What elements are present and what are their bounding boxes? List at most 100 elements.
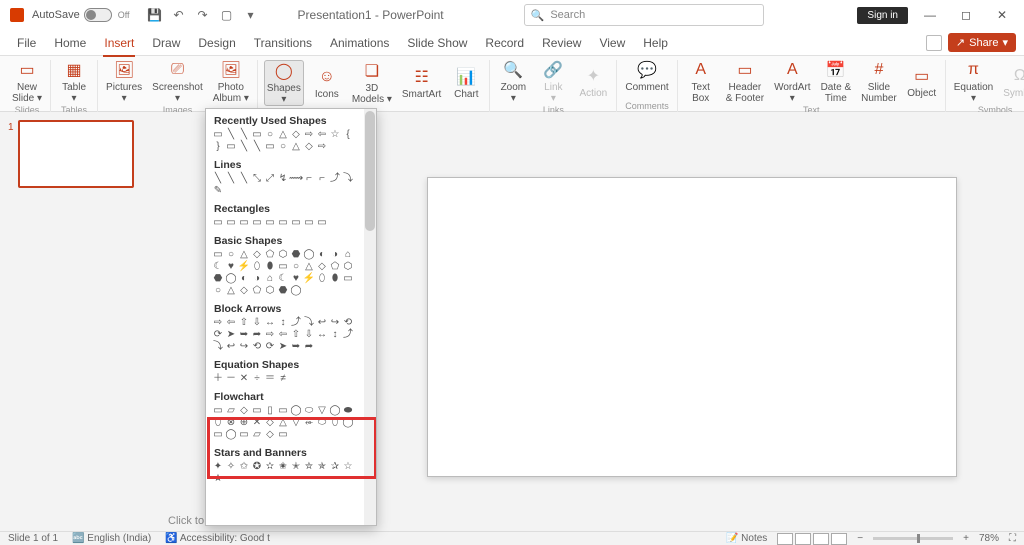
shape-item[interactable]: ♥	[225, 261, 237, 272]
shape-item[interactable]: ⬯	[316, 273, 328, 284]
shape-item[interactable]: ➥	[238, 329, 250, 340]
shape-item[interactable]: ◯	[290, 285, 302, 296]
shape-item[interactable]: ➦	[251, 329, 263, 340]
shape-item[interactable]: －	[225, 373, 237, 384]
shape-item[interactable]: ⇨	[303, 129, 315, 140]
shape-item[interactable]: △	[238, 249, 250, 260]
shape-item[interactable]: ⇧	[238, 317, 250, 328]
shape-item[interactable]: ◇	[264, 429, 276, 440]
shape-item[interactable]: ▭	[212, 249, 224, 260]
shape-item[interactable]: △	[225, 285, 237, 296]
shape-item[interactable]: ☆	[329, 129, 341, 140]
shape-item[interactable]: ⬯	[212, 417, 224, 428]
shape-item[interactable]: ⤵	[342, 173, 354, 184]
shape-item[interactable]: ➤	[277, 341, 289, 352]
object-button[interactable]: ▭Object	[905, 60, 939, 104]
shape-item[interactable]: ⬭	[303, 405, 315, 416]
shape-item[interactable]: ➦	[303, 341, 315, 352]
shape-item[interactable]: ▭	[238, 429, 250, 440]
shape-item[interactable]: ☾	[277, 273, 289, 284]
slideshow-view-button[interactable]	[831, 533, 847, 545]
tab-file[interactable]: File	[8, 30, 45, 56]
shape-item[interactable]: ◇	[238, 405, 250, 416]
shape-item[interactable]: ⤢	[264, 173, 276, 184]
shape-item[interactable]: ▭	[277, 429, 289, 440]
shape-item[interactable]: ◯	[303, 249, 315, 260]
shape-item[interactable]: ▱	[225, 405, 237, 416]
normal-view-button[interactable]	[777, 533, 793, 545]
shape-item[interactable]: ⬮	[329, 273, 341, 284]
zoom-level[interactable]: 78%	[979, 533, 999, 544]
shape-item[interactable]: △	[303, 261, 315, 272]
shape-item[interactable]: ⬣	[212, 273, 224, 284]
shape-item[interactable]: ○	[277, 141, 289, 152]
shape-item[interactable]: ✪	[251, 461, 263, 472]
shape-item[interactable]: ⬠	[251, 285, 263, 296]
language-indicator[interactable]: 🔤 English (India)	[72, 533, 151, 544]
comment-button[interactable]: 💬Comment	[623, 60, 670, 93]
shape-item[interactable]: ↪	[329, 317, 341, 328]
shape-item[interactable]: ○	[225, 249, 237, 260]
shape-item[interactable]: ○	[290, 261, 302, 272]
search-input[interactable]: 🔍 Search	[524, 4, 764, 26]
pictures-button[interactable]: 🖼Pictures▾	[104, 60, 144, 104]
zoom-in-button[interactable]: +	[963, 533, 969, 544]
shape-item[interactable]: ╲	[238, 141, 250, 152]
shape-item[interactable]: ◐	[238, 273, 250, 284]
wordart-button[interactable]: AWordArt▾	[772, 60, 813, 104]
shape-item[interactable]: ⟲	[251, 341, 263, 352]
shape-item[interactable]: ╲	[238, 129, 250, 140]
shape-item[interactable]: ⌐	[303, 173, 315, 184]
shape-item[interactable]: ✬	[277, 461, 289, 472]
shape-item[interactable]: ⤴	[329, 173, 341, 184]
shape-item[interactable]: ▭	[212, 429, 224, 440]
shape-item[interactable]: ○	[212, 285, 224, 296]
shape-item[interactable]: ▽	[316, 405, 328, 416]
tab-help[interactable]: Help	[634, 30, 677, 56]
tab-insert[interactable]: Insert	[95, 30, 143, 56]
shape-item[interactable]: ⇦	[225, 317, 237, 328]
shape-item[interactable]: ◐	[316, 249, 328, 260]
shape-item[interactable]: ⤵	[212, 341, 224, 352]
shape-item[interactable]: ✯	[316, 461, 328, 472]
shape-item[interactable]: ⬡	[342, 261, 354, 272]
shape-item[interactable]: ↩	[225, 341, 237, 352]
reading-view-button[interactable]	[813, 533, 829, 545]
shape-item[interactable]: ▭	[251, 129, 263, 140]
shapes-button[interactable]: ◯Shapes▾	[264, 60, 304, 106]
shape-item[interactable]: ▭	[290, 217, 302, 228]
shape-item[interactable]: ▭	[342, 273, 354, 284]
tab-design[interactable]: Design	[189, 30, 244, 56]
shape-item[interactable]: △	[277, 417, 289, 428]
tab-slideshow[interactable]: Slide Show	[398, 30, 476, 56]
sorter-view-button[interactable]	[795, 533, 811, 545]
shape-item[interactable]: ◯	[290, 405, 302, 416]
zoom-button[interactable]: 🔍Zoom▾	[496, 60, 530, 104]
autosave-toggle[interactable]: AutoSave Off	[32, 8, 130, 22]
shape-item[interactable]: ♥	[290, 273, 302, 284]
zoom-slider[interactable]	[873, 537, 953, 540]
notes-button[interactable]: 📝 Notes	[726, 533, 767, 544]
shape-item[interactable]: ⬣	[290, 249, 302, 260]
shape-item[interactable]: ↯	[277, 173, 289, 184]
shape-item[interactable]: ▯	[264, 405, 276, 416]
photo-album-button[interactable]: 🖼PhotoAlbum ▾	[211, 60, 251, 104]
shape-item[interactable]: ✫	[264, 461, 276, 472]
shape-item[interactable]: ╲	[251, 141, 263, 152]
shape-item[interactable]: ↔	[316, 329, 328, 340]
shape-item[interactable]: ▭	[277, 405, 289, 416]
zoom-out-button[interactable]: −	[857, 533, 863, 544]
shape-item[interactable]: ◯	[342, 417, 354, 428]
shape-item[interactable]: ▭	[212, 405, 224, 416]
shape-item[interactable]: ↕	[329, 329, 341, 340]
shape-item[interactable]: {	[342, 129, 354, 140]
shape-item[interactable]: ⚡	[238, 261, 250, 272]
shape-item[interactable]: ⊗	[225, 417, 237, 428]
datetime-button[interactable]: 📅Date &Time	[819, 60, 854, 104]
shape-item[interactable]: ↪	[238, 341, 250, 352]
shape-item[interactable]: ⤴	[342, 329, 354, 340]
tab-view[interactable]: View	[590, 30, 634, 56]
slidenumber-button[interactable]: #SlideNumber	[859, 60, 899, 104]
shape-item[interactable]: ◇	[238, 285, 250, 296]
shape-item[interactable]: ⤴	[290, 317, 302, 328]
